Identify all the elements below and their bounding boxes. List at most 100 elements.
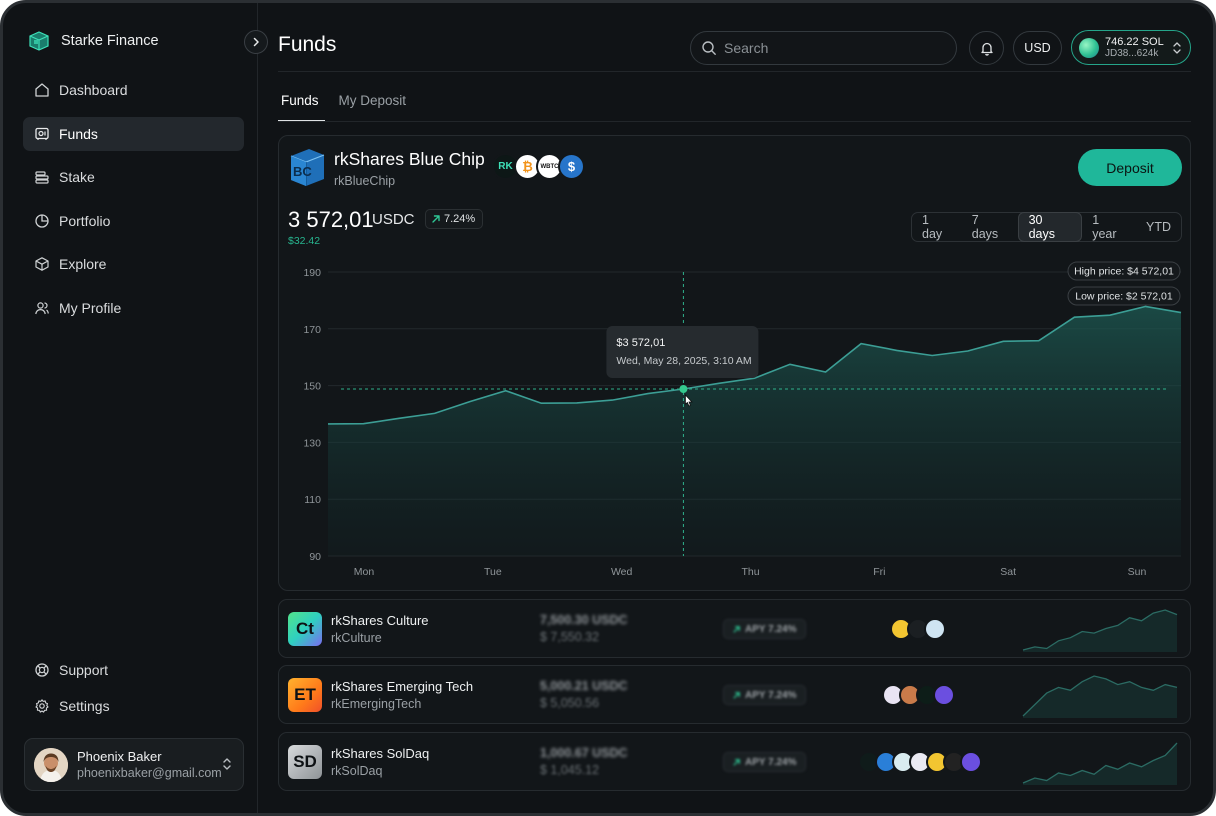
bell-icon <box>980 42 993 56</box>
gear-icon <box>35 699 49 713</box>
fund-coins: RK ₿ WBTC $ <box>492 153 585 180</box>
x-tick-label: Mon <box>354 566 375 578</box>
sidebar-bottom-nav: Support Settings <box>23 653 244 725</box>
fund-logo-icon: Ct <box>288 612 322 646</box>
wallet-button[interactable]: 746.22 SOL JD38...624k <box>1071 30 1191 65</box>
fund-row-apy-text: APY 7.24% <box>745 689 797 701</box>
fund-row-usd: $ 7,550.32 <box>540 630 600 644</box>
currency-selector[interactable]: USD <box>1013 31 1062 65</box>
price-chart[interactable]: 19017015013011090 Mon Tue Wed Thu Fri Sat Sun … <box>279 254 1190 584</box>
sidebar-item-label: Funds <box>59 125 98 142</box>
sidebar-item-portfolio[interactable]: Portfolio <box>23 204 244 238</box>
range-1-year[interactable]: 1 year <box>1082 213 1136 241</box>
chevron-up-down-icon <box>1173 42 1181 54</box>
fund-row-sparkline <box>1022 675 1178 718</box>
home-icon <box>35 83 49 97</box>
tab-funds[interactable]: Funds <box>278 93 325 122</box>
x-tick-label: Fri <box>873 566 885 578</box>
range-7-days[interactable]: 7 days <box>962 213 1018 241</box>
brand-name: Starke Finance <box>61 33 159 49</box>
wallet-avatar-icon <box>1079 37 1099 58</box>
user-card[interactable]: Phoenix Baker phoenixbaker@gmail.com <box>24 738 244 791</box>
arrow-up-right-icon <box>733 691 740 699</box>
fund-row-culture[interactable]: Ct rkShares Culture rkCulture 7,500.30 U… <box>278 599 1191 658</box>
high-price-label: High price: $4 572,01 <box>1067 261 1181 281</box>
fund-row-coins <box>882 684 955 706</box>
x-tick-label: Wed <box>611 566 633 578</box>
stack-icon <box>35 171 49 184</box>
fund-row-usd: $ 1,045.12 <box>540 763 600 777</box>
sidebar-item-explore[interactable]: Explore <box>23 247 244 281</box>
sidebar-nav: Dashboard Funds Stake Portfolio Explore … <box>23 73 244 334</box>
fund-row-value: 1,000.67 USDC <box>540 746 628 760</box>
sidebar-item-funds[interactable]: Funds <box>23 116 244 151</box>
sidebar-item-label: Support <box>59 662 109 678</box>
arrow-up-right-icon <box>733 758 740 766</box>
safe-icon <box>35 127 49 140</box>
pie-chart-icon <box>35 213 49 228</box>
chart-hover-point[interactable] <box>679 385 688 394</box>
fund-row-ticker: rkSolDaq <box>331 764 383 778</box>
fund-row-emerging-tech[interactable]: ET rkShares Emerging Tech rkEmergingTech… <box>278 665 1191 724</box>
fund-row-name: rkShares SolDaq <box>331 746 430 761</box>
x-tick-label: Sat <box>1000 566 1016 578</box>
range-1-day[interactable]: 1 day <box>912 213 962 241</box>
sidebar-item-label: Explore <box>59 256 107 272</box>
deposit-button[interactable]: Deposit <box>1078 149 1182 186</box>
sidebar-item-label: Dashboard <box>59 82 128 98</box>
search-box[interactable] <box>690 31 957 65</box>
fund-price-unit: USDC <box>372 211 415 228</box>
user-email: phoenixbaker@gmail.com <box>77 766 222 780</box>
search-input[interactable] <box>724 40 924 56</box>
arrow-up-right-icon <box>733 625 740 633</box>
search-icon <box>702 41 716 55</box>
users-icon <box>35 301 49 314</box>
sparkline-area <box>1023 676 1177 718</box>
page-title: Funds <box>278 33 337 56</box>
range-ytd[interactable]: YTD <box>1136 213 1181 241</box>
header-divider <box>278 71 1191 72</box>
fund-row-usd: $ 5,050.56 <box>540 696 600 710</box>
sidebar-item-dashboard[interactable]: Dashboard <box>23 73 244 107</box>
chevron-right-icon <box>253 37 259 47</box>
sparkline-area <box>1023 743 1177 785</box>
change-badge: 7.24% <box>425 209 484 229</box>
fund-row-apy: APY 7.24% <box>723 685 806 705</box>
funds-tabs: Funds My Deposit <box>278 93 423 122</box>
fund-detail-card: BC rkShares Blue Chip rkBlueChip RK ₿ WB… <box>278 135 1191 591</box>
notifications-button[interactable] <box>969 31 1004 65</box>
range-30-days[interactable]: 30 days <box>1017 212 1083 242</box>
high-price-text: High price: $4 572,01 <box>1074 266 1174 278</box>
avatar <box>34 747 68 782</box>
fund-row-apy-text: APY 7.24% <box>745 623 797 635</box>
sidebar-item-settings[interactable]: Settings <box>23 689 244 723</box>
lifebuoy-icon <box>35 663 49 677</box>
chart-tooltip: $3 572,01 Wed, May 28, 2025, 3:10 AM <box>606 326 759 378</box>
sidebar-item-label: Portfolio <box>59 212 111 229</box>
fund-row-apy: APY 7.24% <box>723 619 806 639</box>
y-tick-label: 150 <box>303 381 321 393</box>
fund-logo-icon: SD <box>288 745 322 779</box>
fund-name: rkShares Blue Chip <box>334 149 485 169</box>
fund-row-coins <box>858 751 982 773</box>
sidebar-item-label: My Profile <box>59 299 122 316</box>
x-tick-label: Thu <box>741 566 759 578</box>
token-icon <box>924 618 946 640</box>
svg-text:BC: BC <box>293 164 312 179</box>
x-tick-label: Tue <box>484 566 502 578</box>
sidebar-item-stake[interactable]: Stake <box>23 160 244 194</box>
y-tick-label: 170 <box>303 324 321 336</box>
brand[interactable]: Starke Finance <box>27 29 159 53</box>
sidebar-collapse-button[interactable] <box>244 30 268 54</box>
tab-my-deposit[interactable]: My Deposit <box>336 93 410 121</box>
fund-logo-icon: BC <box>290 149 325 186</box>
fund-row-value: 7,500.30 USDC <box>540 613 628 627</box>
tooltip-date: Wed, May 28, 2025, 3:10 AM <box>616 355 751 367</box>
fund-row-soldaq[interactable]: SD rkShares SolDaq rkSolDaq 1,000.67 USD… <box>278 732 1191 791</box>
user-info: Phoenix Baker phoenixbaker@gmail.com <box>77 749 222 780</box>
sidebar-item-support[interactable]: Support <box>23 653 244 687</box>
chevron-up-down-icon[interactable] <box>221 756 233 772</box>
wallet-amount: 746.22 SOL <box>1105 35 1164 48</box>
sidebar-item-label: Settings <box>59 698 110 714</box>
sidebar-item-my-profile[interactable]: My Profile <box>23 291 244 325</box>
